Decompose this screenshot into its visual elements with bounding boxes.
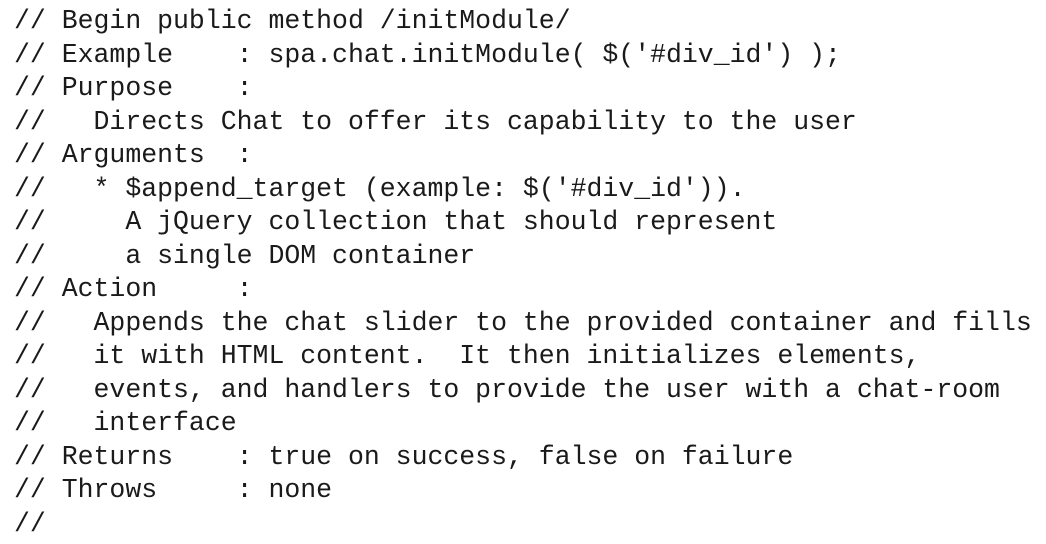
code-line-action-text-2: // it with HTML content. It then initial…	[14, 341, 921, 371]
code-line-action-text-1: // Appends the chat slider to the provid…	[14, 307, 1032, 338]
code-line-action-text-4: // interface	[14, 408, 237, 438]
code-line-returns: // Returns : true on success, false on f…	[14, 441, 794, 472]
code-line-argument-desc-1: // A jQuery collection that should repre…	[14, 207, 778, 237]
code-line-argument-desc-2: // a single DOM container	[14, 240, 476, 271]
code-line-example: // Example : spa.chat.initModule( $('#di…	[14, 39, 841, 70]
code-line-purpose-heading: // Purpose :	[14, 73, 253, 103]
code-line-argument-append-target: // * $append_target (example: $('#div_id…	[14, 173, 746, 204]
code-line-arguments-heading: // Arguments :	[14, 140, 253, 170]
code-line-action-heading: // Action :	[14, 274, 253, 304]
code-line-action-text-3: // events, and handlers to provide the u…	[14, 374, 1000, 405]
code-line-purpose-text: // Directs Chat to offer its capability …	[14, 106, 857, 137]
code-comment-block: // Begin public method /initModule/ // E…	[0, 0, 1046, 544]
code-line-end: //	[14, 508, 46, 539]
code-line-throws: // Throws : none	[14, 475, 333, 505]
code-line-begin-method: // Begin public method /initModule/	[14, 6, 571, 36]
